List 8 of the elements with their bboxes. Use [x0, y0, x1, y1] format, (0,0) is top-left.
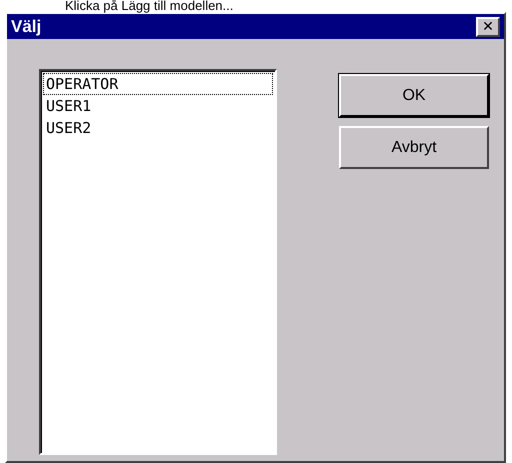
list-item[interactable]: USER2 — [43, 117, 273, 139]
window-title: Välj — [11, 16, 42, 36]
user-list[interactable]: OPERATOR USER1 USER2 — [39, 69, 277, 455]
cancel-button[interactable]: Avbryt — [339, 126, 489, 169]
close-button[interactable]: ✕ — [476, 16, 500, 36]
list-item[interactable]: USER1 — [43, 95, 273, 117]
ok-button[interactable]: OK — [339, 74, 489, 117]
list-item[interactable]: OPERATOR — [43, 73, 273, 95]
